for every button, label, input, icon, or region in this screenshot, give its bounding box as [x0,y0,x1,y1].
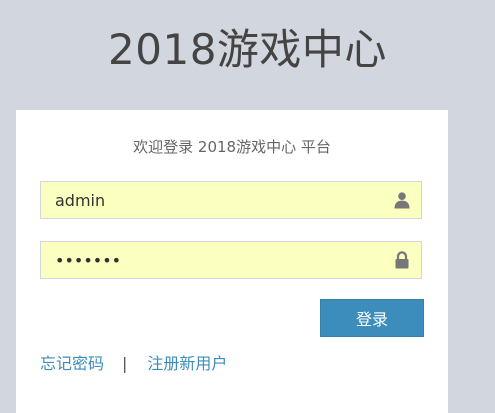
link-separator: | [122,354,128,373]
password-field[interactable] [40,241,422,279]
user-icon [394,192,410,209]
username-field[interactable] [40,181,422,219]
forgot-password-link[interactable]: 忘记密码 [40,354,104,373]
page-title: 2018游戏中心 [108,25,387,74]
login-button[interactable]: 登录 [320,299,424,337]
login-links: 忘记密码 | 注册新用户 [40,353,227,375]
lock-icon [395,251,409,269]
password-input[interactable] [41,242,381,278]
register-link[interactable]: 注册新用户 [147,354,227,373]
login-box: 欢迎登录 2018游戏中心 平台 登录 忘记密码 | 注册新用户 [16,110,448,413]
login-box-message: 欢迎登录 2018游戏中心 平台 [133,138,331,156]
username-input[interactable] [41,182,381,218]
